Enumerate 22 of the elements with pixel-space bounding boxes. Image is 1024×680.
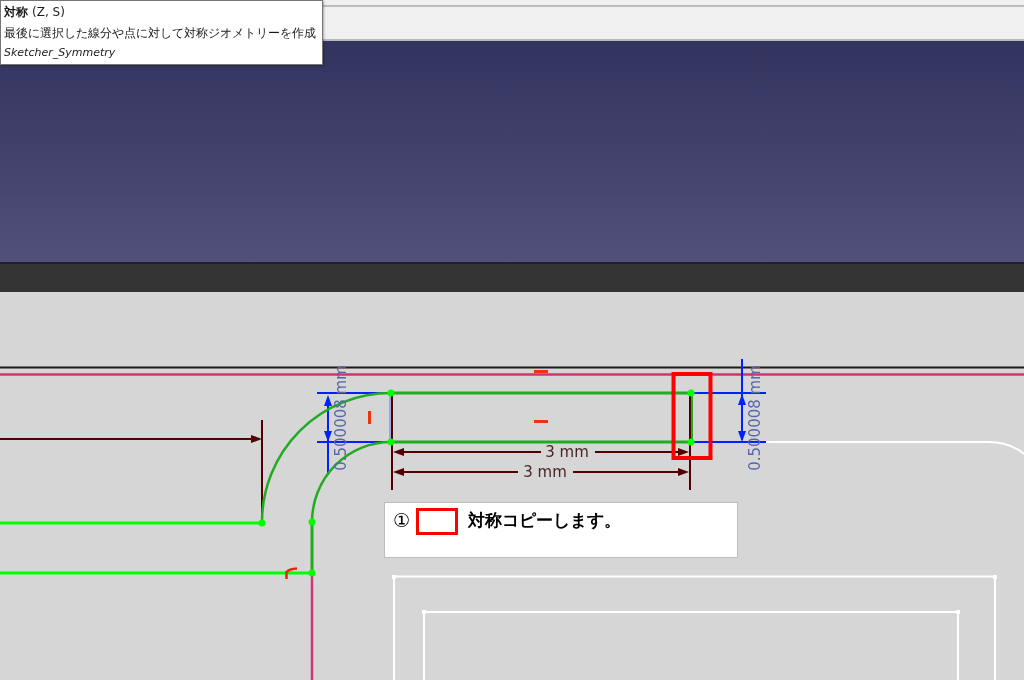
tooltip-title: 対称 — [4, 4, 28, 21]
point-icon — [308, 518, 316, 526]
dash-icon — [534, 370, 548, 373]
tooltip-command: Sketcher_Symmetry — [4, 45, 117, 61]
point-icon — [387, 389, 395, 397]
callout-text: 対称コピーします。 — [468, 509, 622, 532]
dash-icon — [534, 420, 548, 423]
dimension-label: 3 mm — [545, 443, 589, 461]
dimension-label: 0.500008 mm — [746, 365, 764, 471]
point-icon — [308, 569, 316, 577]
point-icon — [687, 389, 695, 397]
dimension-label: 0.500008 mm — [332, 365, 350, 471]
tooltip-description: 最後に選択した線分や点に対して対称ジオメトリーを作成 — [4, 25, 316, 42]
dimension-label: 3 mm — [523, 463, 567, 481]
vertical-dash-icon — [368, 411, 371, 424]
point-icon — [258, 519, 266, 527]
callout-number: ① — [393, 508, 411, 533]
frame-icon — [416, 508, 459, 535]
point-icon — [687, 438, 695, 446]
corner-mark-icon — [285, 567, 298, 579]
point-icon — [387, 438, 395, 446]
tooltip-shortcut: (Z, S) — [32, 4, 65, 21]
